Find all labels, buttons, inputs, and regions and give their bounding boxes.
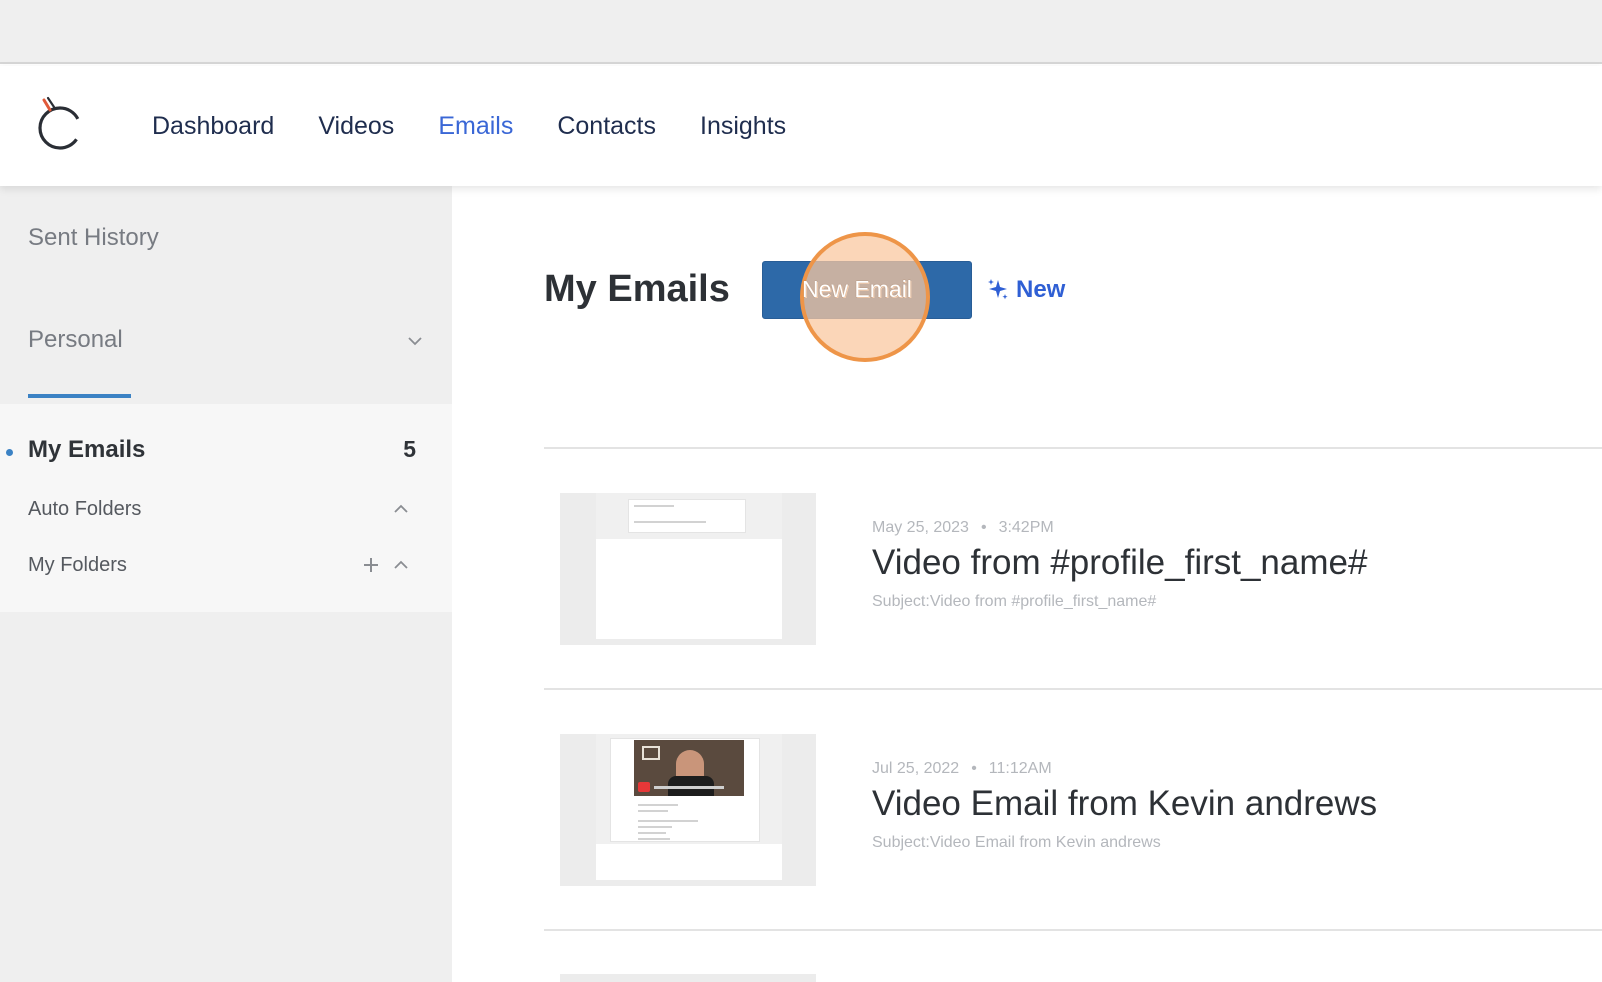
thumbnail-line [638, 838, 670, 840]
sparkle-icon [988, 279, 1008, 300]
top-navbar: Dashboard Videos Emails Contacts Insight… [0, 66, 1602, 186]
video-progress-bar [654, 786, 724, 789]
email-thumbnail-peek [560, 974, 816, 982]
thumbnail-line [638, 820, 698, 822]
nav-videos[interactable]: Videos [318, 112, 394, 141]
sidebar-sent-history[interactable]: Sent History [28, 224, 159, 252]
sidebar-item-my-folders[interactable]: My Folders [28, 554, 424, 594]
email-meta: Jul 25, 2022 • 11:12AM [872, 760, 1052, 778]
auto-folders-label: Auto Folders [28, 498, 142, 520]
play-icon [638, 782, 650, 792]
plus-icon[interactable] [362, 556, 380, 574]
email-date: May 25, 2023 [872, 519, 969, 536]
my-emails-label: My Emails [28, 436, 146, 463]
browser-top-strip [0, 0, 1602, 64]
sidebar-personal-dropdown[interactable]: Personal [28, 326, 424, 366]
nav-insights[interactable]: Insights [700, 112, 786, 141]
page-title: My Emails [544, 268, 730, 310]
nav-contacts[interactable]: Contacts [557, 112, 656, 141]
chevron-up-icon[interactable] [392, 500, 410, 518]
email-list-item[interactable]: Jul 25, 2022 • 11:12AM Video Email from Ke… [544, 734, 1602, 914]
meta-separator: • [971, 760, 977, 777]
folders-panel: My Emails 5 Auto Folders My Folders [0, 404, 452, 612]
my-folders-label: My Folders [28, 554, 127, 576]
wall-frame [642, 746, 660, 760]
email-meta: May 25, 2023 • 3:42PM [872, 519, 1054, 537]
ai-new-label: New [1016, 276, 1066, 303]
list-divider [544, 447, 1602, 449]
main-nav: Dashboard Videos Emails Contacts Insight… [152, 66, 830, 186]
list-divider [544, 688, 1602, 690]
list-divider [544, 929, 1602, 931]
thumbnail-line [638, 804, 678, 806]
email-list-item[interactable]: May 25, 2023 • 3:42PM Video from #profile_… [544, 493, 1602, 673]
meta-separator: • [980, 519, 987, 536]
chevron-down-icon [408, 337, 422, 346]
email-subject: Subject:Video Email from Kevin andrews [872, 834, 1161, 851]
thumbnail-line [638, 832, 666, 834]
new-email-button-label: New Email [803, 277, 913, 303]
email-thumbnail [560, 493, 816, 645]
sidebar-item-auto-folders[interactable]: Auto Folders [28, 498, 424, 538]
ai-new-button[interactable]: New [986, 274, 1065, 306]
thumbnail-line [634, 521, 706, 523]
email-time: 3:42PM [998, 519, 1054, 536]
app-logo-icon[interactable] [34, 94, 88, 154]
email-title[interactable]: Video Email from Kevin andrews [872, 784, 1377, 824]
email-time: 11:12AM [988, 760, 1052, 777]
thumbnail-line [638, 810, 668, 812]
personal-label: Personal [28, 326, 123, 353]
thumbnail-line [638, 826, 672, 828]
email-subject: Subject:Video from #profile_first_name# [872, 593, 1157, 610]
thumbnail-line [634, 505, 674, 507]
nav-dashboard[interactable]: Dashboard [152, 112, 274, 141]
email-date: Jul 25, 2022 [872, 760, 960, 777]
my-emails-count: 5 [403, 436, 416, 462]
active-indicator-dot [6, 449, 13, 456]
video-thumbnail [634, 740, 744, 796]
personal-active-underline [28, 394, 131, 398]
nav-emails[interactable]: Emails [438, 112, 513, 141]
email-thumbnail [560, 734, 816, 886]
email-title[interactable]: Video from #profile_first_name# [872, 543, 1367, 583]
new-email-button[interactable]: New Email [762, 261, 972, 319]
sidebar-item-my-emails[interactable]: My Emails 5 [6, 436, 424, 476]
sidebar: Sent History Personal My Emails 5 Auto F… [0, 186, 452, 982]
chevron-up-icon[interactable] [392, 556, 410, 574]
